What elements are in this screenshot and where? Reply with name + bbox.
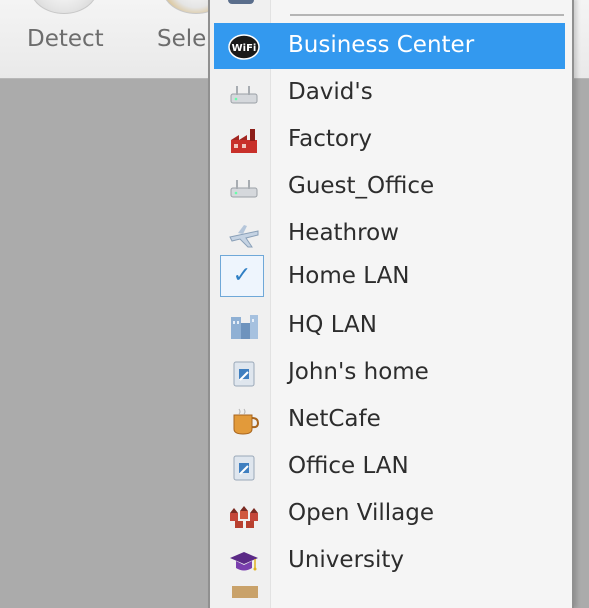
menu-item-label: Home LAN	[288, 263, 410, 289]
village-icon	[230, 506, 258, 528]
detect-button[interactable]: Detect	[0, 0, 130, 78]
graduation-cap-icon	[230, 552, 258, 571]
menu-item-label: Business Center	[288, 32, 475, 58]
menu-item-label: Heathrow	[288, 220, 399, 246]
menu-item-home-lan[interactable]: ✓ Home LAN	[214, 254, 565, 300]
menu-item-davids[interactable]: David's	[214, 70, 565, 116]
menu-item-label: John's home	[288, 359, 429, 385]
menu-separator	[290, 14, 564, 16]
menu-item-label: HQ LAN	[288, 312, 377, 338]
menu-item-label: NetCafe	[288, 406, 381, 432]
coffee-icon	[233, 408, 260, 435]
airplane-icon	[229, 225, 259, 248]
detect-label: Detect	[27, 26, 104, 52]
menu-item-hq-lan[interactable]: HQ LAN	[214, 303, 565, 349]
menu-item-heathrow[interactable]: Heathrow	[214, 211, 565, 257]
network-icon	[233, 361, 255, 387]
factory-icon	[231, 129, 257, 153]
select-label: Sele	[157, 26, 207, 52]
check-icon: ✓	[220, 255, 264, 297]
menu-item-office-lan[interactable]: Office LAN	[214, 444, 565, 490]
menu-item-label: David's	[288, 79, 373, 105]
wifi-icon: WiFi	[228, 34, 260, 60]
menu-item-label: Factory	[288, 126, 373, 152]
network-icon	[233, 455, 255, 481]
menu-item-business-center[interactable]: WiFi Business Center	[214, 23, 565, 69]
router-icon	[230, 86, 258, 104]
menu-item-guest-office[interactable]: Guest_Office	[214, 164, 565, 210]
menu-item-johns-home[interactable]: John's home	[214, 350, 565, 396]
router-icon	[230, 180, 258, 198]
menu-item-netcafe[interactable]: NetCafe	[214, 397, 565, 443]
building-icon	[231, 315, 258, 339]
menu-item-label: University	[288, 547, 405, 573]
partial-item-icon	[232, 586, 258, 598]
menu-item-factory[interactable]: Factory	[214, 117, 565, 163]
location-dropdown-menu: WiFi Business Center David's Factory Gue…	[208, 0, 574, 608]
menu-item-open-village[interactable]: Open Village	[214, 491, 565, 537]
menu-item-label: Guest_Office	[288, 173, 435, 199]
menu-item-label: Open Village	[288, 500, 434, 526]
svg-text:WiFi: WiFi	[232, 43, 257, 54]
menu-item-university[interactable]: University	[214, 538, 565, 584]
menu-item-label: Office LAN	[288, 453, 409, 479]
partial-menu-icon	[228, 0, 254, 4]
detect-icon	[30, 0, 98, 14]
